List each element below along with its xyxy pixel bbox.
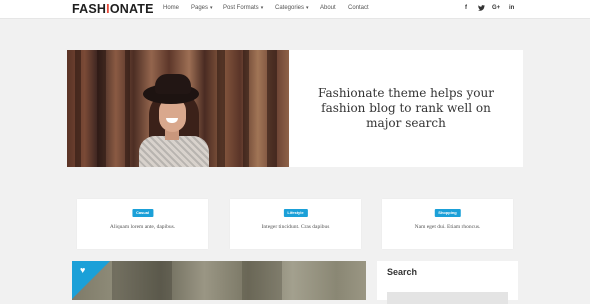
site-logo[interactable]: FASHIONATE bbox=[72, 1, 154, 17]
nav-item-post-formats[interactable]: Post Formats ▾ bbox=[223, 0, 263, 18]
logo-text-part2: ONATE bbox=[109, 2, 154, 16]
nav-item-contact[interactable]: Contact bbox=[348, 0, 369, 18]
favorite-corner bbox=[72, 261, 110, 299]
google-plus-icon[interactable]: G+ bbox=[492, 0, 500, 18]
category-badge[interactable]: Casual bbox=[131, 209, 154, 217]
photo-shade bbox=[242, 261, 282, 300]
category-badge[interactable]: Lifestyle bbox=[283, 209, 308, 217]
nav-item-label: Categories bbox=[275, 5, 305, 11]
hero-image[interactable] bbox=[67, 50, 289, 167]
nav-item-pages[interactable]: Pages ▾ bbox=[191, 0, 213, 18]
twitter-icon[interactable] bbox=[478, 0, 485, 18]
sidebar-search-widget: Search bbox=[377, 261, 518, 304]
nav-item-label: About bbox=[320, 5, 336, 11]
widget-title: Search bbox=[387, 267, 418, 277]
chevron-down-icon: ▾ bbox=[210, 5, 213, 11]
nav-item-categories[interactable]: Categories ▾ bbox=[275, 0, 309, 18]
tree-trunk bbox=[97, 50, 106, 167]
logo-text-part1: FASH bbox=[72, 2, 107, 16]
tree-trunk bbox=[217, 50, 225, 167]
nav-item-home[interactable]: Home bbox=[163, 0, 179, 18]
category-card-lifestyle: Lifestyle Integer tincidunt. Cras dapibu… bbox=[230, 199, 361, 249]
hero-title[interactable]: Fashionate theme helps your fashion blog… bbox=[310, 86, 502, 131]
nav-item-label: Home bbox=[163, 5, 180, 11]
heart-icon[interactable]: ♥ bbox=[80, 266, 89, 275]
nav-item-label: Contact bbox=[348, 5, 369, 11]
chevron-down-icon: ▾ bbox=[306, 5, 309, 11]
featured-hero: Fashionate theme helps your fashion blog… bbox=[67, 50, 523, 167]
tree-trunk bbox=[75, 50, 81, 167]
photo-shade bbox=[112, 261, 172, 300]
category-card-shopping: Shopping Nam eget dui. Etiam rhoncus. bbox=[382, 199, 513, 249]
card-title[interactable]: Aliquam lorem ante, dapibus. bbox=[77, 224, 208, 230]
linkedin-icon[interactable]: in bbox=[509, 0, 514, 18]
chevron-down-icon: ▾ bbox=[260, 5, 264, 11]
hero-caption[interactable]: Fashionate theme helps your fashion blog… bbox=[289, 50, 523, 167]
nav-item-about[interactable]: About bbox=[320, 0, 336, 18]
nav-item-label: Post Formats bbox=[223, 5, 259, 11]
shirt-pattern bbox=[139, 136, 209, 167]
category-card-casual: Casual Aliquam lorem ante, dapibus. bbox=[77, 199, 208, 249]
search-input[interactable] bbox=[387, 292, 508, 304]
tree-trunk bbox=[125, 50, 130, 167]
nav-item-label: Pages bbox=[191, 5, 209, 11]
card-title[interactable]: Nam eget dui. Etiam rhoncus. bbox=[382, 224, 513, 230]
hat-crown bbox=[155, 74, 191, 94]
post-thumbnail[interactable] bbox=[72, 261, 366, 300]
top-navbar: FASHIONATE Home Pages ▾ Post Formats ▾ Cat… bbox=[0, 0, 590, 19]
tree-trunk bbox=[243, 50, 249, 167]
card-title[interactable]: Integer tincidunt. Cras dapibus bbox=[230, 224, 361, 230]
category-badge[interactable]: Shopping bbox=[434, 209, 461, 217]
facebook-icon[interactable]: f bbox=[465, 0, 467, 18]
tree-trunk bbox=[267, 50, 277, 167]
